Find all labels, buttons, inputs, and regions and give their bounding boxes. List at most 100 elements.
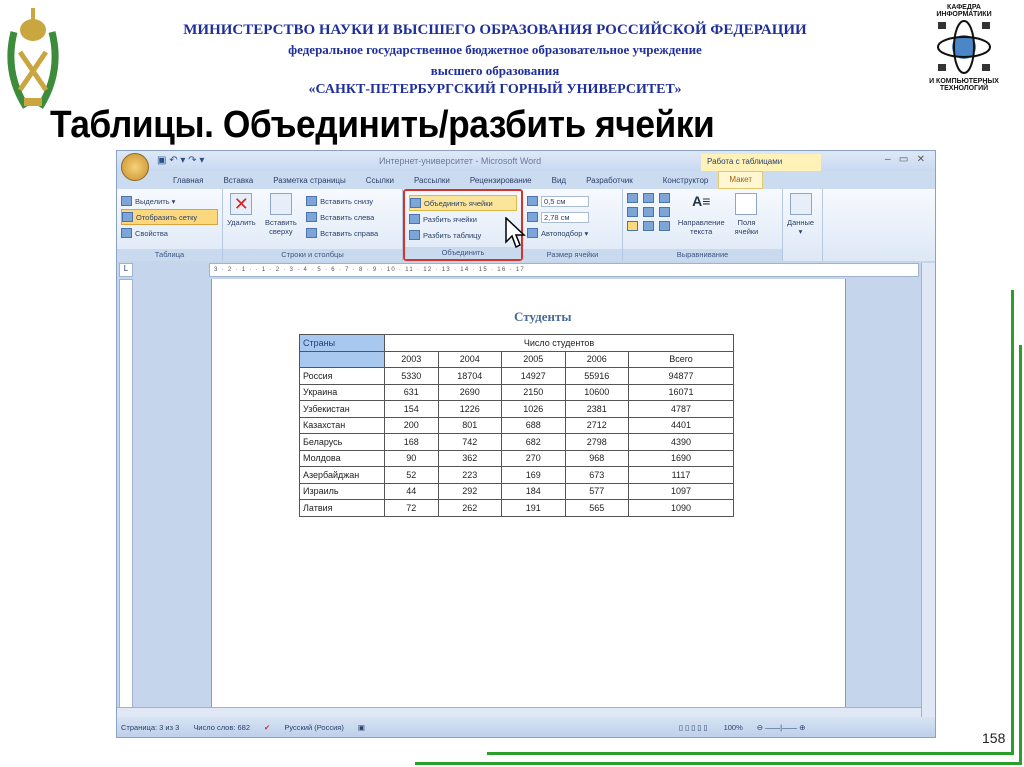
alignment-buttons[interactable]: [627, 193, 671, 231]
table-cell[interactable]: 223: [437, 466, 503, 484]
tab-view[interactable]: Вид: [542, 176, 576, 185]
table-cell[interactable]: 94877: [628, 367, 734, 385]
properties-button[interactable]: Свойства: [121, 225, 218, 241]
table-cell[interactable]: 2798: [564, 433, 629, 451]
table-cell[interactable]: 688: [501, 416, 566, 434]
insert-above-button[interactable]: Вставить сверху: [264, 193, 298, 236]
quick-access-toolbar[interactable]: ▣ ↶ ▾ ↷ ▾: [157, 155, 204, 166]
tab-developer[interactable]: Разработчик: [576, 176, 643, 185]
cell-margins-button[interactable]: Поля ячейки: [731, 193, 761, 236]
spellcheck-icon[interactable]: ✔: [264, 723, 270, 732]
vertical-scrollbar[interactable]: [921, 263, 935, 717]
table-cell[interactable]: 742: [437, 433, 503, 451]
table-cell[interactable]: 801: [437, 416, 503, 434]
delete-button[interactable]: ✕ Удалить: [227, 193, 256, 227]
word-count[interactable]: Число слов: 682: [193, 723, 250, 732]
table-cell[interactable]: 577: [564, 482, 629, 500]
split-cells-button[interactable]: Разбить ячейки: [409, 211, 517, 227]
table-cell[interactable]: 2381: [564, 400, 629, 418]
column-header[interactable]: 2003: [384, 350, 439, 368]
table-cell[interactable]: 14927: [501, 367, 566, 385]
merge-cells-button[interactable]: Объединить ячейки: [409, 195, 517, 211]
cell-height-field[interactable]: 0,5 см: [527, 193, 618, 209]
tab-design[interactable]: Конструктор: [653, 176, 719, 185]
table-cell[interactable]: 1090: [628, 499, 734, 517]
tab-mailings[interactable]: Рассылки: [404, 176, 460, 185]
macro-icon[interactable]: ▣: [358, 723, 365, 732]
table-cell[interactable]: 262: [437, 499, 503, 517]
table-cell[interactable]: Азербайджан: [299, 466, 385, 484]
table-cell[interactable]: 10600: [564, 383, 629, 401]
table-cell[interactable]: 565: [564, 499, 629, 517]
table-cell[interactable]: [299, 350, 385, 368]
select-button[interactable]: Выделить ▾: [121, 193, 218, 209]
table-cell[interactable]: 154: [384, 400, 439, 418]
zoom-level[interactable]: 100%: [724, 723, 743, 732]
table-cell[interactable]: 2690: [437, 383, 503, 401]
column-header[interactable]: Всего: [628, 350, 734, 368]
page-count[interactable]: Страница: 3 из 3: [121, 723, 179, 732]
table-cell[interactable]: 168: [384, 433, 439, 451]
students-table[interactable]: Страны Число студентов 2003 2004 2005 2006 Вс…: [299, 334, 734, 517]
column-header[interactable]: 2005: [501, 350, 566, 368]
autofit-button[interactable]: Автоподбор ▾: [527, 225, 618, 241]
table-cell[interactable]: 184: [501, 482, 566, 500]
zoom-slider[interactable]: ⊖ ——|—— ⊕: [757, 723, 806, 732]
split-table-button[interactable]: Разбить таблицу: [409, 227, 517, 243]
horizontal-ruler[interactable]: 3 · 2 · 1 · · 1 · 2 · 3 · 4 · 5 · 6 · 7 …: [209, 263, 919, 277]
table-cell[interactable]: 1690: [628, 449, 734, 467]
tab-layout[interactable]: Макет: [718, 171, 764, 189]
vertical-ruler[interactable]: [119, 279, 133, 715]
table-cell[interactable]: 191: [501, 499, 566, 517]
table-cell[interactable]: Латвия: [299, 499, 385, 517]
table-cell[interactable]: 4390: [628, 433, 734, 451]
view-gridlines-button[interactable]: Отобразить сетку: [121, 209, 218, 225]
insert-below-button[interactable]: Вставить снизу: [306, 193, 378, 209]
text-direction-button[interactable]: A≡ Направление текста: [678, 193, 725, 236]
insert-right-button[interactable]: Вставить справа: [306, 225, 378, 241]
table-cell[interactable]: 682: [501, 433, 566, 451]
column-header[interactable]: 2004: [437, 350, 503, 368]
document-page[interactable]: Студенты Страны Число студентов 2003 2004 2…: [211, 279, 846, 707]
table-cell[interactable]: 270: [501, 449, 566, 467]
table-cell[interactable]: 1117: [628, 466, 734, 484]
table-cell[interactable]: 18704: [437, 367, 503, 385]
table-cell[interactable]: 673: [564, 466, 629, 484]
table-cell[interactable]: 5330: [384, 367, 439, 385]
table-cell[interactable]: 200: [384, 416, 439, 434]
table-cell[interactable]: 968: [564, 449, 629, 467]
insert-left-button[interactable]: Вставить слева: [306, 209, 378, 225]
table-cell[interactable]: Страны: [299, 334, 385, 352]
table-cell[interactable]: Узбекистан: [299, 400, 385, 418]
table-cell[interactable]: 292: [437, 482, 503, 500]
tab-page-layout[interactable]: Разметка страницы: [263, 176, 356, 185]
table-cell[interactable]: 2150: [501, 383, 566, 401]
tab-insert[interactable]: Вставка: [213, 176, 263, 185]
table-cell[interactable]: 90: [384, 449, 439, 467]
office-button[interactable]: [121, 153, 149, 181]
column-header[interactable]: 2006: [564, 350, 629, 368]
table-cell[interactable]: 2712: [564, 416, 629, 434]
table-cell[interactable]: 4787: [628, 400, 734, 418]
table-cell[interactable]: 631: [384, 383, 439, 401]
window-controls[interactable]: – ▭ ✕: [885, 154, 925, 165]
language[interactable]: Русский (Россия): [284, 723, 344, 732]
table-cell[interactable]: 44: [384, 482, 439, 500]
tab-home[interactable]: Главная: [163, 176, 213, 185]
data-button[interactable]: Данные ▾: [787, 193, 814, 236]
table-cell[interactable]: 16071: [628, 383, 734, 401]
tab-references[interactable]: Ссылки: [356, 176, 404, 185]
table-cell[interactable]: 169: [501, 466, 566, 484]
table-cell[interactable]: Украина: [299, 383, 385, 401]
cell-width-field[interactable]: 2,78 см: [527, 209, 618, 225]
table-cell[interactable]: Молдова: [299, 449, 385, 467]
table-cell[interactable]: Израиль: [299, 482, 385, 500]
view-buttons[interactable]: ▯▯▯▯▯: [679, 723, 710, 732]
table-cell[interactable]: 52: [384, 466, 439, 484]
table-cell[interactable]: Россия: [299, 367, 385, 385]
table-cell[interactable]: 362: [437, 449, 503, 467]
table-cell[interactable]: Беларусь: [299, 433, 385, 451]
table-cell[interactable]: 1226: [437, 400, 503, 418]
tab-review[interactable]: Рецензирование: [460, 176, 542, 185]
table-cell[interactable]: 1026: [501, 400, 566, 418]
